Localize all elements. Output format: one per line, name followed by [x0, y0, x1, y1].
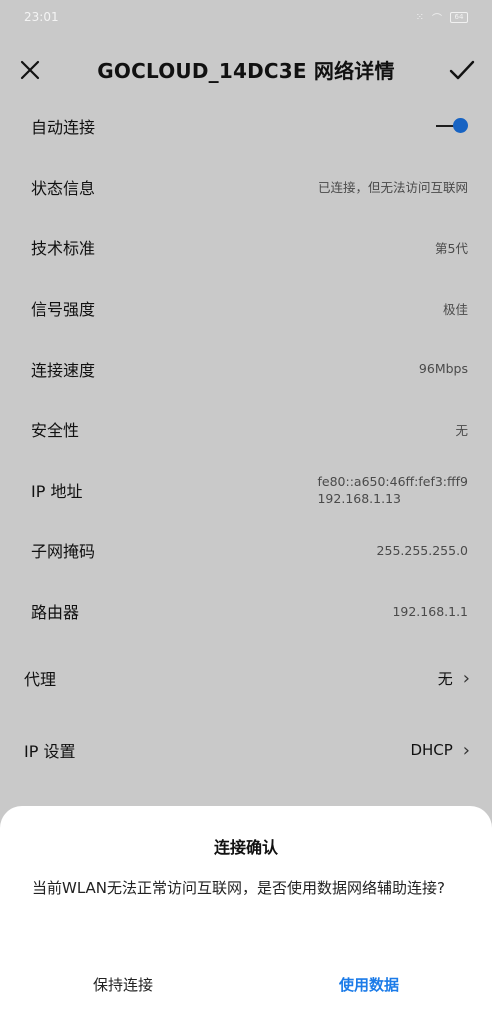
- status-bar: 23:01 ⁙ ⌒ 64: [0, 0, 492, 34]
- wifi-icon: ⌒: [432, 13, 442, 25]
- detail-value: 96Mbps: [418, 361, 468, 377]
- connection-confirm-dialog: 连接确认 当前WLAN无法正常访问互联网，是否使用数据网络辅助连接? 保持连接 …: [0, 806, 492, 1024]
- detail-value: 极佳: [442, 301, 468, 317]
- battery-icon: 64: [450, 11, 468, 23]
- proxy-row[interactable]: 代理 无 ›: [0, 648, 492, 708]
- auto-connect-row[interactable]: 自动连接: [0, 96, 492, 157]
- detail-value: 无: [455, 422, 468, 438]
- proxy-value: 无: [437, 669, 453, 688]
- check-icon: [449, 60, 475, 80]
- ipv4-address: 192.168.1.13: [317, 490, 401, 506]
- dialog-message: 当前WLAN无法正常访问互联网，是否使用数据网络辅助连接?: [32, 879, 445, 897]
- detail-label: 状态信息: [31, 178, 96, 198]
- page-title: GOCLOUD_14DC3E 网络详情: [97, 58, 395, 83]
- chevron-right-icon: ›: [462, 667, 470, 689]
- detail-label: IP 地址: [31, 481, 83, 501]
- ipv6-address: fe80::a650:46ff:fef3:fff9: [317, 473, 468, 489]
- detail-value: 已连接，但无法访问互联网: [317, 180, 468, 196]
- ip-settings-row[interactable]: IP 设置 DHCP ›: [0, 720, 492, 780]
- proxy-label: 代理: [24, 670, 57, 689]
- ip-settings-value: DHCP: [410, 741, 453, 759]
- detail-label: 子网掩码: [31, 542, 96, 562]
- detail-label: 安全性: [31, 421, 80, 441]
- dialog-buttons: 保持连接 使用数据: [0, 964, 492, 1004]
- auto-connect-label: 自动连接: [31, 118, 96, 138]
- status-icons: ⁙ ⌒ 64: [416, 10, 468, 25]
- detail-row-standard: 技术标准 第5代: [0, 217, 492, 278]
- header: GOCLOUD_14DC3E 网络详情: [0, 42, 492, 96]
- detail-row-router: 路由器 192.168.1.1: [0, 581, 492, 642]
- detail-value: 255.255.255.0: [376, 542, 468, 558]
- auto-connect-toggle[interactable]: [434, 117, 468, 135]
- detail-row-subnet: 子网掩码 255.255.255.0: [0, 520, 492, 581]
- detail-row-ip: IP 地址 fe80::a650:46ff:fef3:fff9 192.168.…: [0, 460, 492, 521]
- detail-row-speed: 连接速度 96Mbps: [0, 338, 492, 399]
- details-list: 自动连接 状态信息 已连接，但无法访问互联网 技术标准 第5代 信号强度 极佳 …: [0, 96, 492, 641]
- ip-settings-value-group: DHCP ›: [410, 740, 470, 761]
- toggle-knob: [453, 118, 468, 134]
- dialog-title: 连接确认: [213, 838, 278, 857]
- detail-label: 信号强度: [31, 300, 96, 320]
- close-icon: [20, 60, 40, 80]
- proxy-value-group: 无 ›: [438, 668, 470, 689]
- detail-label: 路由器: [31, 603, 80, 623]
- use-data-button[interactable]: 使用数据: [246, 964, 492, 1004]
- ip-values: fe80::a650:46ff:fef3:fff9 192.168.1.13: [317, 473, 468, 507]
- signal-icon: ⁙: [415, 11, 424, 23]
- confirm-button[interactable]: [442, 50, 482, 90]
- detail-row-status: 状态信息 已连接，但无法访问互联网: [0, 157, 492, 218]
- detail-label: 连接速度: [31, 360, 96, 380]
- detail-value: 第5代: [435, 240, 468, 256]
- detail-row-signal: 信号强度 极佳: [0, 278, 492, 339]
- detail-label: 技术标准: [31, 239, 96, 259]
- chevron-right-icon: ›: [462, 739, 470, 761]
- close-button[interactable]: [10, 50, 50, 90]
- ip-settings-label: IP 设置: [24, 742, 76, 761]
- status-time: 23:01: [24, 10, 59, 24]
- detail-row-security: 安全性 无: [0, 399, 492, 460]
- detail-value: 192.168.1.1: [392, 603, 468, 619]
- keep-connection-button[interactable]: 保持连接: [0, 964, 246, 1004]
